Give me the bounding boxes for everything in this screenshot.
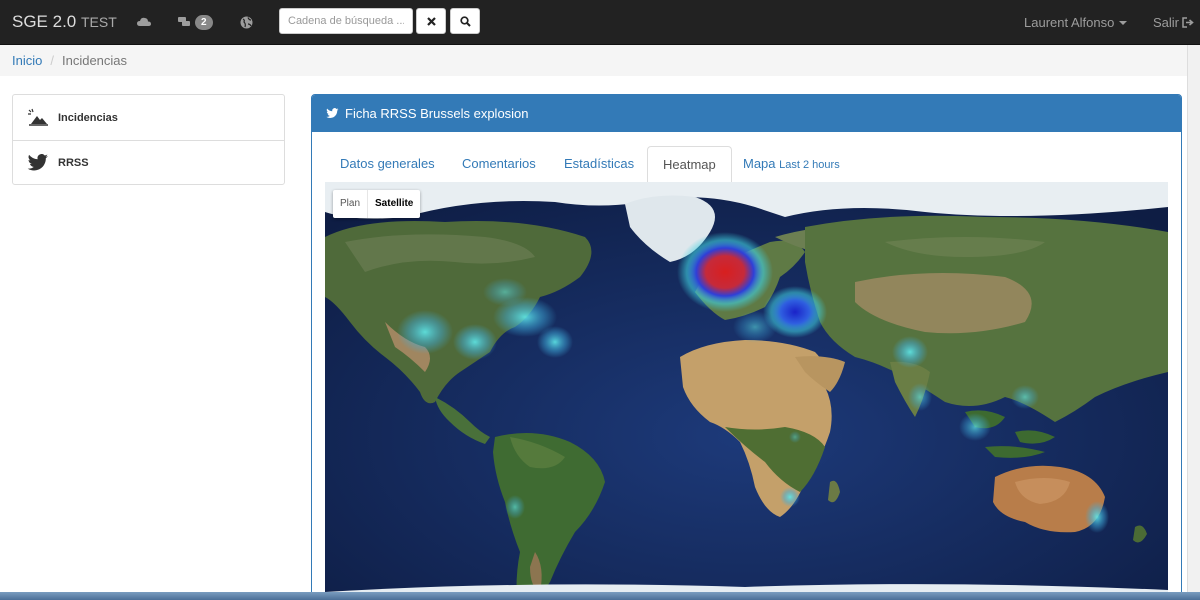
user-menu[interactable]: Laurent Alfonso (1024, 15, 1128, 30)
map-type-plan[interactable]: Plan (333, 190, 367, 218)
comments-icon (178, 16, 190, 26)
clear-search-button[interactable] (416, 8, 446, 34)
panel-title: Ficha RRSS Brussels explosion (345, 106, 529, 121)
breadcrumb-separator: / (50, 53, 54, 68)
brand-env: TEST (81, 14, 117, 30)
close-icon (426, 16, 436, 26)
breadcrumb: Inicio / Incidencias (0, 45, 1187, 76)
panel-heading: Ficha RRSS Brussels explosion (312, 95, 1181, 132)
user-name: Laurent Alfonso (1024, 15, 1115, 30)
tab-mapa[interactable]: Mapa Last 2 hours (728, 146, 855, 183)
caret-down-icon (1119, 21, 1128, 25)
panel-tabs: Datos generales Comentarios Estadísticas… (325, 146, 1168, 184)
top-navbar: SGE 2.0 TEST 2 Laurent Alfonso Salir (0, 0, 1200, 45)
window-scrollbar[interactable] (1187, 45, 1200, 600)
satellite-map-canvas (325, 182, 1168, 600)
logout-icon (1182, 17, 1194, 28)
globe-icon[interactable] (240, 11, 253, 33)
sidebar-item-rrss[interactable]: RRSS (13, 140, 284, 185)
breadcrumb-home-link[interactable]: Inicio (12, 53, 42, 68)
map-type-satellite[interactable]: Satellite (367, 190, 420, 218)
messages-badge: 2 (195, 14, 213, 30)
logout-button[interactable]: Salir (1153, 15, 1194, 30)
sidebar-menu: Incidencias RRSS (12, 94, 285, 185)
tab-comentarios[interactable]: Comentarios (447, 146, 551, 183)
tab-estadisticas[interactable]: Estadísticas (549, 146, 649, 183)
os-taskbar (0, 592, 1200, 600)
tab-mapa-label: Mapa (743, 156, 776, 171)
tab-datos-generales[interactable]: Datos generales (325, 146, 450, 183)
brand-name: SGE 2.0 (12, 12, 77, 31)
disaster-icon (28, 108, 48, 126)
weather-icon[interactable] (137, 11, 151, 33)
logout-label: Salir (1153, 15, 1180, 30)
sidebar-item-label: RRSS (58, 157, 89, 169)
rrss-panel: Ficha RRSS Brussels explosion Datos gene… (311, 94, 1182, 600)
search-icon (459, 15, 471, 27)
search-button[interactable] (450, 8, 480, 34)
sidebar-item-incidencias[interactable]: Incidencias (13, 95, 284, 140)
twitter-icon (326, 108, 339, 118)
search-input[interactable] (279, 8, 413, 34)
twitter-icon (27, 154, 48, 171)
tab-mapa-sub: Last 2 hours (779, 159, 840, 171)
messages-button[interactable]: 2 (178, 11, 213, 33)
heatmap-map[interactable]: Plan Satellite (325, 182, 1168, 600)
breadcrumb-current: Incidencias (61, 53, 128, 68)
sidebar-item-label: Incidencias (58, 111, 118, 124)
map-type-control: Plan Satellite (333, 190, 421, 218)
app-brand[interactable]: SGE 2.0 TEST (12, 12, 117, 32)
tab-heatmap[interactable]: Heatmap (647, 146, 732, 184)
